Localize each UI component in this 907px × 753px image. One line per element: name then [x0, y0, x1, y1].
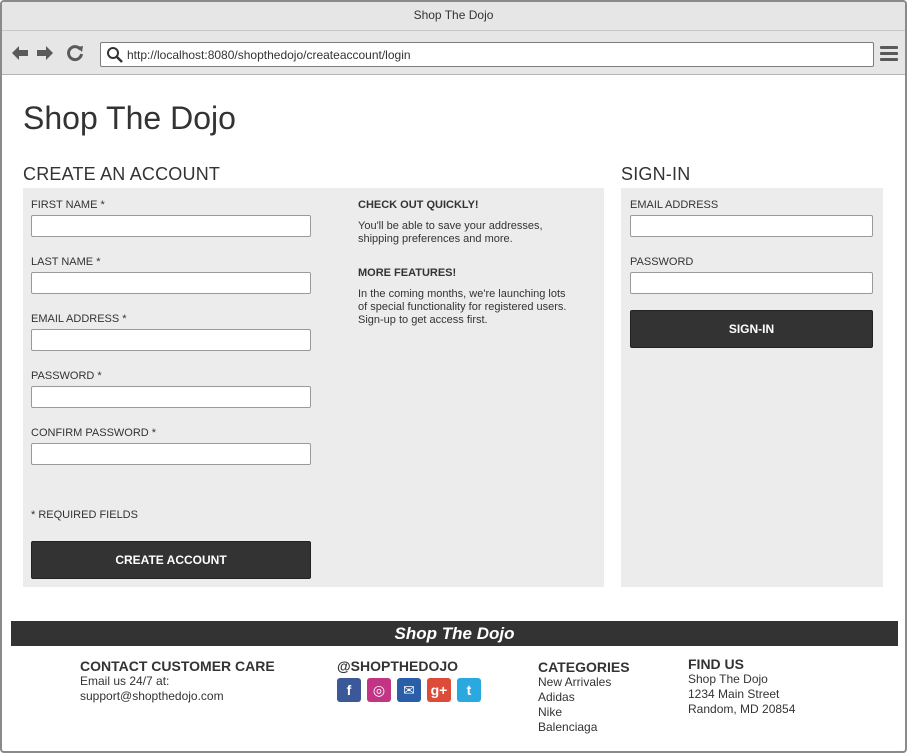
- info-line: You'll be able to save your addresses,: [358, 220, 543, 232]
- last-name-input[interactable]: [31, 272, 311, 294]
- password-label: PASSWORD *: [31, 370, 102, 382]
- signin-email-input[interactable]: [630, 215, 873, 237]
- address-line: 1234 Main Street: [688, 687, 780, 701]
- browser-toolbar: [2, 31, 905, 75]
- contact-line: Email us 24/7 at:: [80, 674, 170, 688]
- hamburger-menu-icon[interactable]: [880, 46, 898, 62]
- categories-heading: CATEGORIES: [538, 659, 630, 675]
- signin-password-input[interactable]: [630, 272, 873, 294]
- footer-brand-bar: Shop The Dojo: [11, 621, 898, 646]
- confirm-password-label: CONFIRM PASSWORD *: [31, 427, 157, 439]
- twitter-icon[interactable]: t: [457, 678, 481, 702]
- info-title-checkout: CHECK OUT QUICKLY!: [358, 199, 479, 211]
- info-title-features: MORE FEATURES!: [358, 267, 457, 279]
- address-line: Shop The Dojo: [688, 672, 768, 686]
- address-bar[interactable]: [100, 42, 874, 67]
- page-title: Shop The Dojo: [23, 100, 236, 136]
- category-link-nike[interactable]: Nike: [538, 705, 630, 720]
- footer-find-us: FIND US Shop The Dojo 1234 Main Street R…: [688, 656, 795, 717]
- sign-in-heading: SIGN-IN: [621, 164, 691, 184]
- first-name-input[interactable]: [31, 215, 311, 237]
- social-heading: @SHOPTHEDOJO: [337, 658, 459, 674]
- password-input[interactable]: [31, 386, 311, 408]
- create-account-heading: CREATE AN ACCOUNT: [23, 164, 221, 184]
- footer-social: @SHOPTHEDOJO f ◎ ✉ g+ t: [337, 658, 481, 702]
- signin-password-label: PASSWORD: [630, 256, 694, 268]
- footer-contact: CONTACT CUSTOMER CARE Email us 24/7 at: …: [80, 658, 275, 704]
- forward-arrow-icon[interactable]: [35, 43, 55, 63]
- category-link-adidas[interactable]: Adidas: [538, 690, 630, 705]
- contact-heading: CONTACT CUSTOMER CARE: [80, 658, 275, 674]
- sign-in-panel: [621, 188, 883, 587]
- social-icons: f ◎ ✉ g+ t: [337, 678, 481, 702]
- email-address-input[interactable]: [31, 329, 311, 351]
- footer-categories: CATEGORIES New Arrivales Adidas Nike Bal…: [538, 659, 630, 735]
- confirm-password-input[interactable]: [31, 443, 311, 465]
- create-account-button[interactable]: CREATE ACCOUNT: [31, 541, 311, 579]
- required-fields-note: * REQUIRED FIELDS: [31, 509, 138, 521]
- contact-email-link[interactable]: support@shopthedojo.com: [80, 689, 275, 704]
- browser-window: Shop The Dojo Shop The Dojo CREATE AN AC…: [0, 0, 907, 753]
- info-line: of special functionality for registered …: [358, 301, 567, 313]
- info-line: shipping preferences and more.: [358, 233, 513, 245]
- info-line: Sign-up to get access first.: [358, 314, 488, 326]
- first-name-label: FIRST NAME *: [31, 199, 105, 211]
- reload-icon[interactable]: [65, 43, 85, 63]
- category-link-new-arrivales[interactable]: New Arrivales: [538, 675, 630, 690]
- address-line: Random, MD 20854: [688, 702, 796, 716]
- info-line: In the coming months, we're launching lo…: [358, 288, 566, 300]
- url-input[interactable]: [127, 46, 867, 64]
- info-text-features: In the coming months, we're launching lo…: [358, 288, 567, 327]
- facebook-icon[interactable]: f: [337, 678, 361, 702]
- window-title: Shop The Dojo: [2, 2, 905, 31]
- info-text-checkout: You'll be able to save your addresses, s…: [358, 220, 543, 246]
- google-plus-icon[interactable]: g+: [427, 678, 451, 702]
- instagram-icon[interactable]: ◎: [367, 678, 391, 702]
- sign-in-button[interactable]: SIGN-IN: [630, 310, 873, 348]
- last-name-label: LAST NAME *: [31, 256, 101, 268]
- back-arrow-icon[interactable]: [10, 43, 30, 63]
- signin-email-label: EMAIL ADDRESS: [630, 199, 719, 211]
- email-address-label: EMAIL ADDRESS *: [31, 313, 127, 325]
- email-icon[interactable]: ✉: [397, 678, 421, 702]
- category-link-balenciaga[interactable]: Balenciaga: [538, 720, 630, 735]
- find-us-heading: FIND US: [688, 656, 744, 672]
- search-icon: [106, 46, 124, 64]
